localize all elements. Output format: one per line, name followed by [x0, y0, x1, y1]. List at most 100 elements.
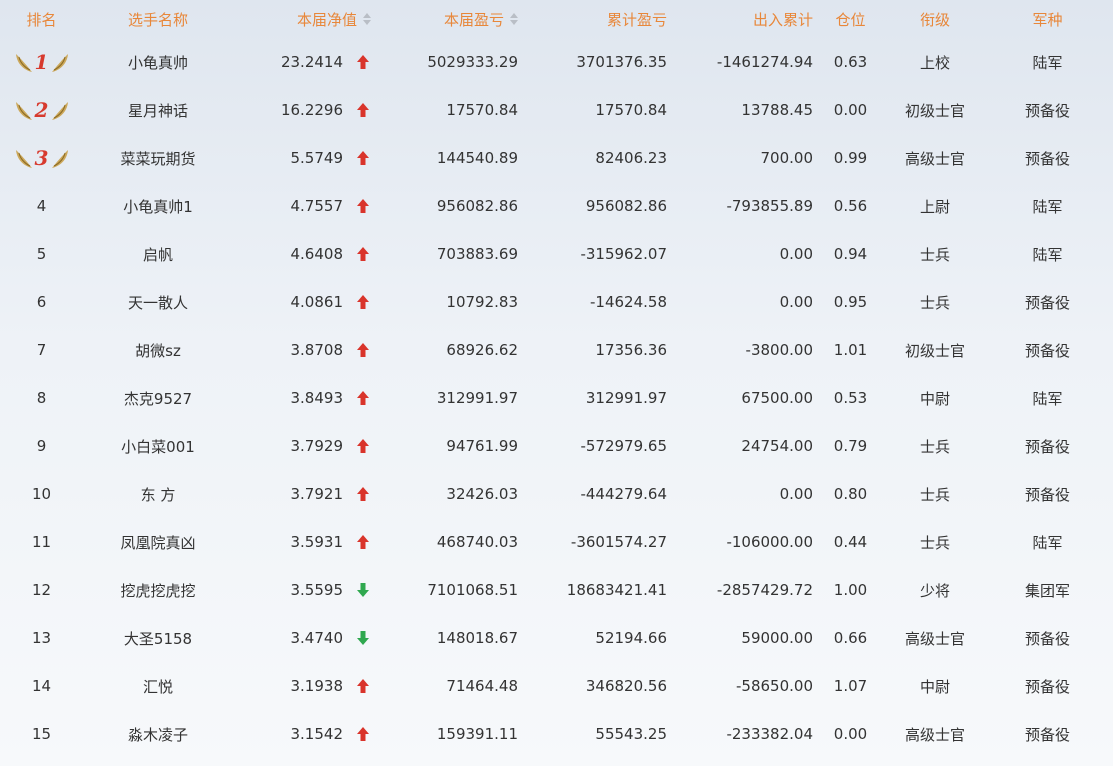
cell-title: 少将: [919, 581, 950, 600]
header-nav-label: 本届净值: [296, 10, 357, 29]
sort-icon[interactable]: [363, 13, 371, 25]
cell-cumulative: -14624.58: [590, 293, 667, 311]
cell-rank: 12: [0, 581, 83, 599]
cell-name[interactable]: 淼木凌子: [83, 724, 233, 745]
arrow-down-icon: [357, 631, 369, 645]
cell-name[interactable]: 星月神话: [83, 100, 233, 121]
cell-title: 高级士官: [904, 149, 965, 168]
cell-army: 预备役: [1024, 341, 1070, 360]
cell-name[interactable]: 大圣5158: [83, 628, 233, 649]
cell-position: 0.79: [833, 437, 868, 455]
cell-nav: 3.5931: [290, 533, 344, 551]
table-row[interactable]: 8 杰克9527 3.8493 312991.97 312991.97 6750…: [0, 374, 1113, 422]
cell-position: 1.01: [833, 341, 868, 359]
table-row[interactable]: 5 启帆 4.6408 703883.69 -315962.07 0.00 0.…: [0, 230, 1113, 278]
arrow-up-icon: [357, 295, 369, 309]
cell-name[interactable]: 汇悦: [83, 676, 233, 697]
cell-nav: 5.5749: [290, 149, 344, 167]
arrow-up-icon: [357, 439, 369, 453]
cell-name[interactable]: 菜菜玩期货: [83, 148, 233, 169]
rank-medal: 1: [12, 47, 72, 77]
table-row[interactable]: 9 小白菜001 3.7929 94761.99 -572979.65 2475…: [0, 422, 1113, 470]
cell-army: 陆军: [1032, 197, 1063, 216]
cell-profit: 7101068.51: [427, 581, 518, 599]
cell-profit: 312991.97: [436, 389, 518, 407]
cell-trend: [343, 246, 383, 262]
cell-cumulative: 82406.23: [595, 149, 667, 167]
cell-name[interactable]: 小龟真帅: [83, 52, 233, 73]
cell-army: 预备役: [1024, 677, 1070, 696]
rank-number: 15: [31, 725, 52, 743]
header-flow[interactable]: 出入累计: [667, 9, 813, 30]
cell-trend: [343, 630, 383, 646]
header-nav[interactable]: 本届净值: [233, 9, 383, 30]
table-row[interactable]: 12 挖虎挖虎挖 3.5595 7101068.51 18683421.41 -…: [0, 566, 1113, 614]
arrow-up-icon: [357, 343, 369, 357]
header-rank[interactable]: 排名: [0, 9, 83, 30]
cell-nav: 4.7557: [290, 197, 344, 215]
cell-name[interactable]: 挖虎挖虎挖: [83, 580, 233, 601]
cell-name[interactable]: 凤凰院真凶: [83, 532, 233, 553]
table-row[interactable]: 6 天一散人 4.0861 10792.83 -14624.58 0.00 0.…: [0, 278, 1113, 326]
cell-name[interactable]: 小白菜001: [83, 436, 233, 457]
table-row[interactable]: 10 东 方 3.7921 32426.03 -444279.64 0.00 0…: [0, 470, 1113, 518]
table-row[interactable]: 7 胡微sz 3.8708 68926.62 17356.36 -3800.00…: [0, 326, 1113, 374]
table-row[interactable]: 14 汇悦 3.1938 71464.48 346820.56 -58650.0…: [0, 662, 1113, 710]
table-row[interactable]: 15 淼木凌子 3.1542 159391.11 55543.25 -23338…: [0, 710, 1113, 758]
cell-name[interactable]: 小龟真帅1: [83, 196, 233, 217]
table-row[interactable]: 13 大圣5158 3.4740 148018.67 52194.66 5900…: [0, 614, 1113, 662]
cell-title: 上校: [919, 53, 950, 72]
arrow-up-icon: [357, 679, 369, 693]
cell-flow: 13788.45: [741, 101, 813, 119]
table-row[interactable]: 1 小龟真帅 23.2414 5029333.29 3701376.35 -14…: [0, 38, 1113, 86]
rank-number: 7: [36, 341, 47, 359]
cell-title: 士兵: [919, 533, 950, 552]
header-army[interactable]: 军种: [982, 9, 1113, 30]
rank-number: 10: [31, 485, 52, 503]
cell-position: 0.80: [833, 485, 868, 503]
cell-profit: 71464.48: [446, 677, 518, 695]
arrow-up-icon: [357, 55, 369, 69]
cell-rank: 2: [0, 95, 83, 125]
cell-rank: 11: [0, 533, 83, 551]
header-position[interactable]: 仓位: [813, 9, 888, 30]
cell-army: 陆军: [1032, 245, 1063, 264]
header-profit[interactable]: 本届盈亏: [383, 9, 518, 30]
cell-name[interactable]: 胡微sz: [83, 340, 233, 361]
cell-trend: [343, 54, 383, 70]
cell-nav: 3.1542: [290, 725, 344, 743]
cell-cumulative: -315962.07: [580, 245, 667, 263]
header-cumulative[interactable]: 累计盈亏: [518, 9, 667, 30]
table-row[interactable]: 2 星月神话 16.2296 17570.84 17570.84 13788.4…: [0, 86, 1113, 134]
cell-flow: 700.00: [760, 149, 814, 167]
sort-icon[interactable]: [510, 13, 518, 25]
cell-army: 预备役: [1024, 485, 1070, 504]
cell-cumulative: -3601574.27: [570, 533, 667, 551]
cell-profit: 5029333.29: [427, 53, 518, 71]
header-name[interactable]: 选手名称: [83, 9, 233, 30]
cell-nav: 3.7921: [290, 485, 344, 503]
arrow-up-icon: [357, 391, 369, 405]
cell-army: 预备役: [1024, 293, 1070, 312]
cell-nav: 23.2414: [280, 53, 343, 71]
cell-flow: -58650.00: [736, 677, 813, 695]
cell-title: 士兵: [919, 293, 950, 312]
header-title[interactable]: 衔级: [888, 9, 982, 30]
cell-army: 陆军: [1032, 533, 1063, 552]
cell-profit: 468740.03: [436, 533, 518, 551]
rank-number: 11: [31, 533, 52, 551]
cell-name[interactable]: 杰克9527: [83, 388, 233, 409]
cell-trend: [343, 678, 383, 694]
cell-name[interactable]: 东 方: [83, 484, 233, 505]
table-row[interactable]: 4 小龟真帅1 4.7557 956082.86 956082.86 -7938…: [0, 182, 1113, 230]
cell-nav: 16.2296: [280, 101, 343, 119]
cell-nav: 4.6408: [290, 245, 344, 263]
cell-trend: [343, 486, 383, 502]
cell-trend: [343, 726, 383, 742]
table-row[interactable]: 3 菜菜玩期货 5.5749 144540.89 82406.23 700.00…: [0, 134, 1113, 182]
cell-flow: -1461274.94: [716, 53, 813, 71]
cell-name[interactable]: 天一散人: [83, 292, 233, 313]
rank-number: 12: [31, 581, 52, 599]
cell-name[interactable]: 启帆: [83, 244, 233, 265]
table-row[interactable]: 11 凤凰院真凶 3.5931 468740.03 -3601574.27 -1…: [0, 518, 1113, 566]
